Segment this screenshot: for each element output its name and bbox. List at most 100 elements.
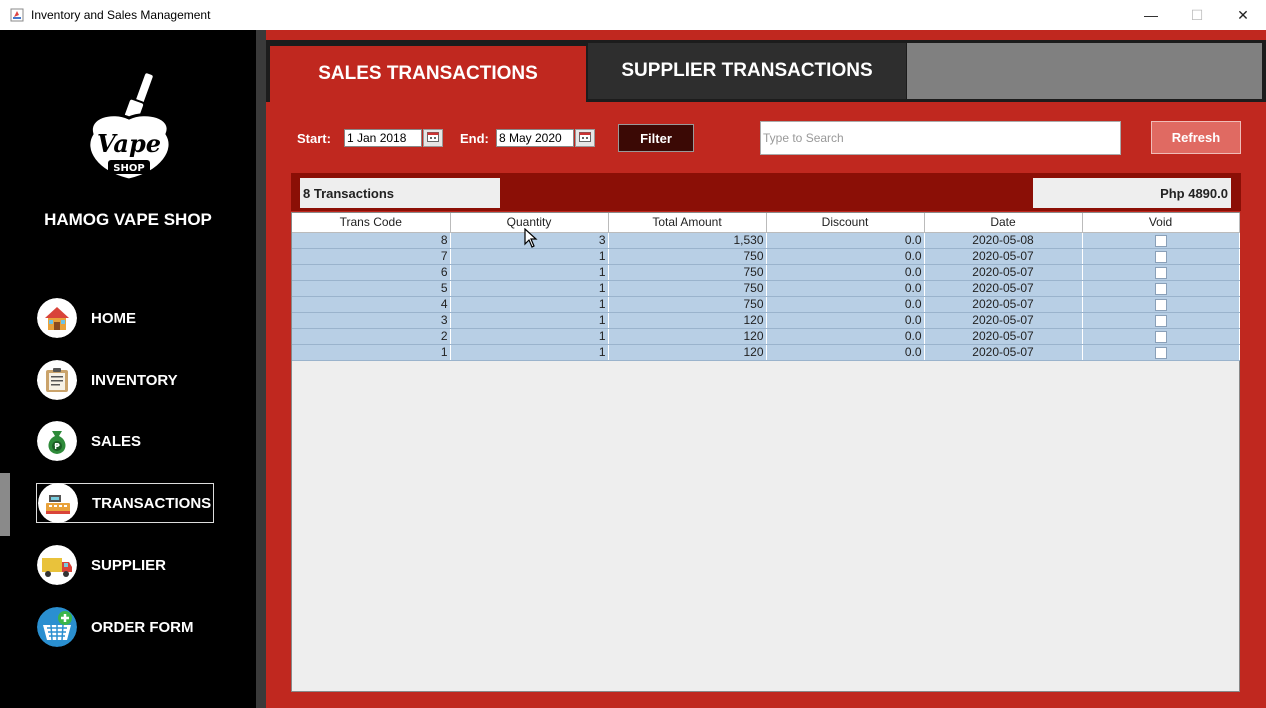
cell-discount: 0.0 — [766, 344, 925, 361]
end-label: End: — [460, 131, 489, 146]
end-date-field[interactable]: 8 May 2020 — [496, 129, 574, 147]
money-bag-icon: ₱ — [37, 421, 77, 461]
table-row[interactable]: 4 1 750 0.0 2020-05-07 — [292, 296, 1240, 313]
logo-text: Vape — [97, 129, 161, 158]
sidebar-item-label: SUPPLIER — [91, 556, 167, 574]
search-input[interactable]: Type to Search — [760, 121, 1121, 155]
void-checkbox[interactable] — [1154, 250, 1167, 263]
cell-discount: 0.0 — [766, 312, 925, 329]
table-row[interactable]: 1 1 120 0.0 2020-05-07 — [292, 344, 1240, 361]
table-header: Trans Code Quantity Total Amount Discoun… — [292, 213, 1240, 233]
sidebar-item-label: SALES — [91, 432, 142, 450]
cell-trans-code: 7 — [292, 248, 451, 265]
col-header-date[interactable]: Date — [924, 213, 1083, 233]
clipboard-icon — [37, 360, 77, 400]
svg-text:₱: ₱ — [54, 442, 60, 451]
minimize-button[interactable]: — — [1128, 0, 1174, 30]
cell-total-amount: 750 — [608, 296, 767, 313]
cell-discount: 0.0 — [766, 328, 925, 345]
transaction-count: 8 Transactions — [300, 178, 500, 208]
sidebar-item-order-form[interactable]: ORDER FORM — [36, 607, 214, 647]
table-row[interactable]: 7 1 750 0.0 2020-05-07 — [292, 248, 1240, 265]
sidebar-item-supplier[interactable]: SUPPLIER — [36, 545, 214, 585]
summary-bar: 8 Transactions Php 4890.0 — [291, 173, 1241, 211]
table-row[interactable]: 2 1 120 0.0 2020-05-07 — [292, 328, 1240, 345]
app-window: Inventory and Sales Management — ☐ ✕ Vap… — [0, 0, 1266, 708]
sidebar-item-label: TRANSACTIONS — [92, 494, 212, 512]
end-calendar-button[interactable] — [575, 129, 595, 147]
cell-discount: 0.0 — [766, 296, 925, 313]
tab-sales-transactions[interactable]: SALES TRANSACTIONS — [270, 46, 586, 102]
cell-trans-code: 3 — [292, 312, 451, 329]
sidebar-item-inventory[interactable]: INVENTORY — [36, 360, 214, 400]
cell-trans-code: 5 — [292, 280, 451, 297]
cell-total-amount: 120 — [608, 312, 767, 329]
active-indicator — [0, 473, 10, 536]
col-header-void[interactable]: Void — [1082, 213, 1240, 233]
void-checkbox[interactable] — [1154, 266, 1167, 279]
cell-quantity: 1 — [450, 296, 609, 313]
sidebar: Vape SHOP HAMOG VAPE SHOP HOME INVENTORY… — [0, 30, 256, 708]
cell-discount: 0.0 — [766, 264, 925, 281]
window-title: Inventory and Sales Management — [31, 8, 211, 22]
col-header-discount[interactable]: Discount — [766, 213, 925, 233]
cell-trans-code: 2 — [292, 328, 451, 345]
cell-total-amount: 1,530 — [608, 232, 767, 249]
cell-date: 2020-05-08 — [924, 232, 1083, 249]
sidebar-item-sales[interactable]: ₱ SALES — [36, 421, 214, 461]
cell-quantity: 1 — [450, 280, 609, 297]
truck-icon — [37, 545, 77, 585]
logo-subtext: SHOP — [113, 163, 144, 174]
cell-date: 2020-05-07 — [924, 296, 1083, 313]
mouse-cursor-icon — [524, 227, 538, 253]
cell-date: 2020-05-07 — [924, 312, 1083, 329]
filter-row: Start: 1 Jan 2018 End: 8 May 2020 Filter… — [266, 120, 1266, 160]
table-row[interactable]: 3 1 120 0.0 2020-05-07 — [292, 312, 1240, 329]
java-app-icon — [9, 7, 25, 23]
table-row[interactable]: 5 1 750 0.0 2020-05-07 — [292, 280, 1240, 297]
sidebar-item-label: ORDER FORM — [91, 618, 194, 636]
cash-register-icon — [38, 483, 78, 523]
cell-quantity: 1 — [450, 312, 609, 329]
cell-quantity: 1 — [450, 344, 609, 361]
main-panel: SALES TRANSACTIONS SUPPLIER TRANSACTIONS… — [266, 30, 1266, 708]
sidebar-item-transactions[interactable]: TRANSACTIONS — [36, 483, 214, 523]
void-checkbox[interactable] — [1154, 330, 1167, 343]
cell-date: 2020-05-07 — [924, 328, 1083, 345]
transaction-total: Php 4890.0 — [1033, 178, 1231, 208]
void-checkbox[interactable] — [1154, 282, 1167, 295]
cell-trans-code: 1 — [292, 344, 451, 361]
start-date-field[interactable]: 1 Jan 2018 — [344, 129, 422, 147]
start-label: Start: — [297, 131, 331, 146]
cell-total-amount: 750 — [608, 264, 767, 281]
cell-total-amount: 120 — [608, 344, 767, 361]
sidebar-item-label: INVENTORY — [91, 371, 178, 389]
void-checkbox[interactable] — [1154, 234, 1167, 247]
cell-quantity: 1 — [450, 328, 609, 345]
calendar-icon — [427, 129, 439, 147]
void-checkbox[interactable] — [1154, 346, 1167, 359]
sidebar-item-home[interactable]: HOME — [36, 298, 214, 338]
table-row[interactable]: 6 1 750 0.0 2020-05-07 — [292, 264, 1240, 281]
close-button[interactable]: ✕ — [1220, 0, 1266, 30]
tab-bar: SALES TRANSACTIONS SUPPLIER TRANSACTIONS — [266, 40, 1266, 102]
maximize-button[interactable]: ☐ — [1174, 0, 1220, 30]
transactions-table: Trans Code Quantity Total Amount Discoun… — [291, 212, 1240, 692]
tab-supplier-transactions[interactable]: SUPPLIER TRANSACTIONS — [588, 43, 906, 99]
cell-date: 2020-05-07 — [924, 264, 1083, 281]
refresh-button[interactable]: Refresh — [1151, 121, 1241, 154]
shop-name: HAMOG VAPE SHOP — [44, 210, 212, 229]
cell-quantity: 1 — [450, 264, 609, 281]
void-checkbox[interactable] — [1154, 314, 1167, 327]
col-header-total-amount[interactable]: Total Amount — [608, 213, 767, 233]
sidebar-item-label: HOME — [91, 309, 136, 327]
col-header-trans-code[interactable]: Trans Code — [292, 213, 451, 233]
cell-total-amount: 750 — [608, 248, 767, 265]
cell-trans-code: 4 — [292, 296, 451, 313]
filter-button[interactable]: Filter — [618, 124, 694, 152]
start-calendar-button[interactable] — [423, 129, 443, 147]
title-bar: Inventory and Sales Management — ☐ ✕ — [0, 0, 1266, 30]
void-checkbox[interactable] — [1154, 298, 1167, 311]
sidebar-divider — [256, 30, 266, 708]
table-row[interactable]: 8 3 1,530 0.0 2020-05-08 — [292, 232, 1240, 249]
